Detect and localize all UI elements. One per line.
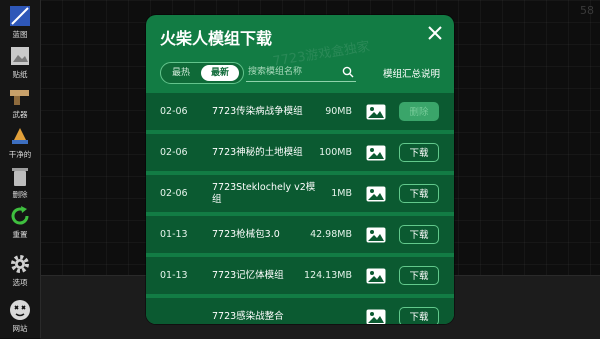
search-box xyxy=(246,63,356,82)
skull-face-icon xyxy=(10,300,30,320)
list-item: 02-06 7723传染病战争模组 90MB 删除 xyxy=(146,93,454,130)
fps-counter: 58 xyxy=(580,4,594,17)
trash-icon xyxy=(12,168,28,186)
mod-size: 42.98MB xyxy=(310,229,352,240)
mod-date: 01-13 xyxy=(160,229,188,240)
mod-download-dialog: 7723游戏盒独家 火柴人模组下载 最热 最新 模组汇总说明 02-06 772… xyxy=(146,15,454,324)
image-preview-icon[interactable] xyxy=(366,309,386,324)
tool-label: 重置 xyxy=(12,230,28,239)
mod-summary-link[interactable]: 模组汇总说明 xyxy=(383,66,440,80)
list-item: 02-06 7723Steklochely v2模组 1MB 下载 xyxy=(146,175,454,212)
tool-delete[interactable]: 删除 xyxy=(0,162,40,202)
image-preview-icon[interactable] xyxy=(366,186,386,202)
tool-website[interactable]: 网站 xyxy=(0,296,40,336)
mod-size: 90MB xyxy=(325,106,352,117)
tool-label: 网站 xyxy=(12,324,28,333)
mod-date: 02-06 xyxy=(160,188,188,199)
mod-list: 02-06 7723传染病战争模组 90MB 删除 02-06 7723神秘的土… xyxy=(146,93,454,324)
mod-size: 124.13MB xyxy=(304,270,352,281)
download-button[interactable]: 下载 xyxy=(399,266,439,285)
tool-label: 选项 xyxy=(12,278,28,287)
tool-label: 蓝图 xyxy=(12,30,28,39)
list-item: 02-06 7723神秘的土地模组 100MB 下载 xyxy=(146,134,454,171)
clean-icon xyxy=(12,128,28,144)
search-input[interactable] xyxy=(246,63,336,81)
mod-date: 01-13 xyxy=(160,270,188,281)
mod-size: 1MB xyxy=(331,188,352,199)
mod-name: 7723神秘的土地模组 xyxy=(212,146,303,158)
search-icon[interactable] xyxy=(342,66,354,78)
mod-size: 100MB xyxy=(319,147,352,158)
tool-weapon[interactable]: 武器 xyxy=(0,82,40,122)
list-item: 01-13 7723记忆体模组 124.13MB 下载 xyxy=(146,257,454,294)
tool-label: 删除 xyxy=(12,190,28,199)
list-item: 7723感染战整合 下载 xyxy=(146,298,454,324)
mod-name: 7723枪械包3.0 xyxy=(212,228,280,240)
mod-date: 02-06 xyxy=(160,147,188,158)
tool-options[interactable]: 选项 xyxy=(0,250,40,290)
download-button[interactable]: 下载 xyxy=(399,225,439,244)
image-preview-icon[interactable] xyxy=(366,227,386,243)
download-button[interactable]: 下载 xyxy=(399,184,439,203)
download-button[interactable]: 下载 xyxy=(399,143,439,162)
mod-name: 7723Steklochely v2模组 xyxy=(212,181,316,205)
image-preview-icon[interactable] xyxy=(366,104,386,120)
mod-name: 7723传染病战争模组 xyxy=(212,105,303,117)
tool-label: 武器 xyxy=(12,110,28,119)
tool-label: 干净的 xyxy=(8,150,32,159)
blueprint-icon xyxy=(10,6,30,26)
gear-icon xyxy=(11,255,29,273)
mod-date: 02-06 xyxy=(160,106,188,117)
close-icon[interactable] xyxy=(426,24,444,42)
dialog-title: 火柴人模组下载 xyxy=(160,29,273,48)
tool-clean[interactable]: 干净的 xyxy=(0,122,40,162)
tab-hot[interactable]: 最热 xyxy=(165,65,197,81)
image-preview-icon[interactable] xyxy=(366,268,386,284)
tool-label: 贴纸 xyxy=(12,70,28,79)
delete-button[interactable]: 删除 xyxy=(399,102,439,121)
tool-reset[interactable]: 重置 xyxy=(0,202,40,242)
pistol-icon xyxy=(10,90,29,105)
mod-name: 7723感染战整合 xyxy=(212,310,284,322)
tab-new[interactable]: 最新 xyxy=(201,65,239,81)
mod-name: 7723记忆体模组 xyxy=(212,269,284,281)
tool-blueprint[interactable]: 蓝图 xyxy=(0,2,40,42)
reset-icon xyxy=(11,206,29,225)
tool-sticker[interactable]: 贴纸 xyxy=(0,42,40,82)
image-preview-icon[interactable] xyxy=(366,145,386,161)
sticker-icon xyxy=(11,47,29,65)
sort-toggle: 最热 最新 xyxy=(160,62,244,84)
left-toolbar: 蓝图 贴纸 武器 干净的 删除 重置 选项 网站 xyxy=(0,0,41,338)
download-button[interactable]: 下载 xyxy=(399,307,439,324)
list-item: 01-13 7723枪械包3.0 42.98MB 下载 xyxy=(146,216,454,253)
